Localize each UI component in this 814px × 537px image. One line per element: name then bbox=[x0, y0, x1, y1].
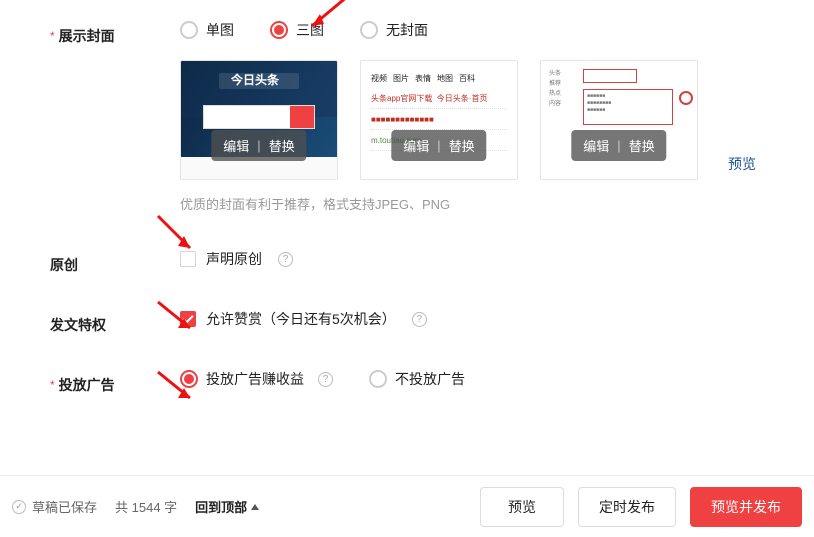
radio-icon bbox=[360, 21, 378, 39]
back-to-top-button[interactable]: 回到顶部 bbox=[195, 497, 259, 516]
checkbox-appreciate-label: 允许赞赏（今日还有5次机会） bbox=[206, 309, 396, 329]
label-privilege: 发文特权 bbox=[50, 315, 106, 335]
thumb-overlay: 编辑 | 替换 bbox=[571, 130, 666, 161]
cover-thumb-3[interactable]: 头条推荐热点内容 ■■■■■■■■■■■■■■■■■■■■ 编辑 | 替换 bbox=[540, 60, 698, 180]
back-to-top-label: 回到顶部 bbox=[195, 497, 247, 516]
radio-group-ad: 投放广告赚收益 ? 不投放广告 bbox=[180, 369, 814, 389]
thumb-edit-button[interactable]: 编辑 bbox=[223, 136, 249, 155]
thumb-replace-button[interactable]: 替换 bbox=[629, 136, 655, 155]
caret-up-icon bbox=[251, 504, 259, 510]
radio-label: 单图 bbox=[206, 20, 234, 40]
radio-icon bbox=[270, 21, 288, 39]
radio-label: 不投放广告 bbox=[395, 369, 465, 389]
radio-label: 投放广告赚收益 bbox=[206, 369, 304, 389]
thumb-replace-button[interactable]: 替换 bbox=[449, 136, 475, 155]
radio-icon bbox=[180, 21, 198, 39]
radio-cover-single[interactable]: 单图 bbox=[180, 20, 234, 40]
cover-preview-link[interactable]: 预览 bbox=[728, 154, 756, 174]
info-icon[interactable]: ? bbox=[318, 372, 333, 387]
info-icon[interactable]: ? bbox=[412, 312, 427, 327]
radio-cover-triple[interactable]: 三图 bbox=[270, 20, 324, 40]
label-original: 原创 bbox=[50, 255, 78, 275]
radio-label: 无封面 bbox=[386, 20, 428, 40]
radio-ad-enable[interactable]: 投放广告赚收益 ? bbox=[180, 369, 333, 389]
required-asterisk: * bbox=[50, 378, 55, 392]
label-cover: 展示封面 bbox=[59, 26, 115, 46]
word-count: 共 1544 字 bbox=[115, 497, 177, 516]
radio-icon bbox=[180, 370, 198, 388]
checkbox-original-label: 声明原创 bbox=[206, 249, 262, 269]
checkbox-appreciate[interactable] bbox=[180, 311, 196, 327]
thumb1-title: 今日头条 bbox=[231, 71, 279, 88]
thumb-replace-button[interactable]: 替换 bbox=[269, 136, 295, 155]
thumb-overlay: 编辑 | 替换 bbox=[211, 130, 306, 161]
radio-ad-disable[interactable]: 不投放广告 bbox=[369, 369, 465, 389]
info-icon[interactable]: ? bbox=[278, 252, 293, 267]
footer-bar: ✓ 草稿已保存 共 1544 字 回到顶部 预览 定时发布 预览并发布 bbox=[0, 475, 814, 537]
radio-icon bbox=[369, 370, 387, 388]
draft-saved-indicator: ✓ 草稿已保存 bbox=[12, 497, 97, 516]
thumb-overlay: 编辑 | 替换 bbox=[391, 130, 486, 161]
thumb-edit-button[interactable]: 编辑 bbox=[403, 136, 429, 155]
required-asterisk: * bbox=[50, 29, 55, 43]
radio-cover-none[interactable]: 无封面 bbox=[360, 20, 428, 40]
cover-thumb-1[interactable]: 今日头条 编辑 | 替换 bbox=[180, 60, 338, 180]
preview-and-publish-button[interactable]: 预览并发布 bbox=[690, 487, 802, 527]
checkbox-original[interactable] bbox=[180, 251, 196, 267]
cover-thumb-2[interactable]: 视频图片表情地图百科 头条app官网下载 今日头条·首页 ■■■■■■■■■■■… bbox=[360, 60, 518, 180]
thumb-edit-button[interactable]: 编辑 bbox=[583, 136, 609, 155]
cover-help-text: 优质的封面有利于推荐，格式支持JPEG、PNG bbox=[180, 194, 814, 213]
schedule-publish-button[interactable]: 定时发布 bbox=[578, 487, 676, 527]
radio-label: 三图 bbox=[296, 20, 324, 40]
check-circle-icon: ✓ bbox=[12, 500, 26, 514]
preview-button[interactable]: 预览 bbox=[480, 487, 564, 527]
radio-group-cover: 单图 三图 无封面 bbox=[180, 20, 814, 40]
label-ad: 投放广告 bbox=[59, 375, 115, 395]
draft-saved-text: 草稿已保存 bbox=[32, 497, 97, 516]
